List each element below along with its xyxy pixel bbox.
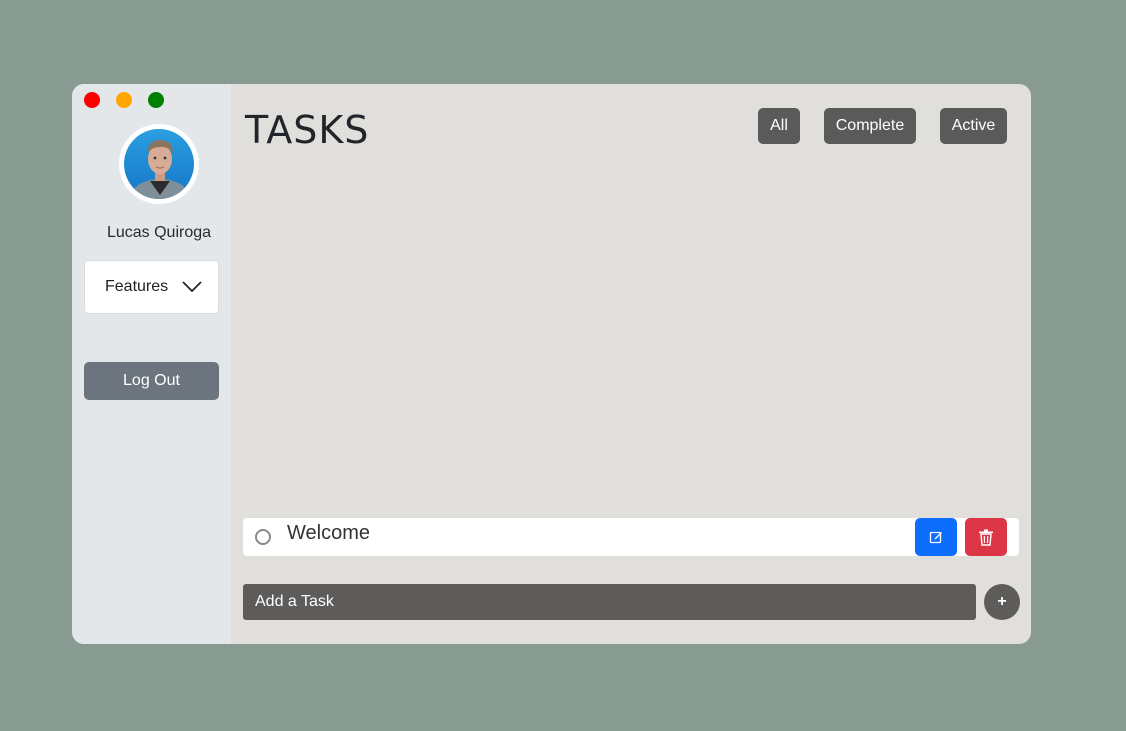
task-complete-checkbox[interactable]	[255, 529, 271, 545]
filter-complete-button[interactable]: Complete	[824, 108, 916, 144]
avatar	[119, 124, 199, 204]
maximize-window-icon[interactable]	[148, 92, 164, 108]
edit-task-button[interactable]	[915, 518, 957, 556]
features-dropdown[interactable]: Features	[84, 260, 219, 314]
sidebar: Lucas Quiroga Features Log Out	[72, 84, 231, 644]
features-label: Features	[105, 278, 169, 295]
page-title: TASKS	[245, 108, 370, 152]
logout-button[interactable]: Log Out	[84, 362, 219, 400]
app-window: Lucas Quiroga Features Log Out TASKS All…	[72, 84, 1031, 644]
add-task-button[interactable]: +	[984, 584, 1020, 620]
filter-active-button[interactable]: Active	[940, 108, 1007, 144]
trash-icon	[979, 529, 993, 546]
delete-task-button[interactable]	[965, 518, 1007, 556]
task-text: Welcome	[287, 522, 370, 544]
minimize-window-icon[interactable]	[116, 92, 132, 108]
chevron-down-icon	[182, 281, 202, 293]
main-panel: TASKS All Complete Active Welcome Add a …	[231, 84, 1031, 644]
add-task-input[interactable]: Add a Task	[243, 584, 976, 620]
edit-icon	[929, 531, 942, 544]
plus-icon: +	[997, 593, 1007, 610]
avatar-image	[124, 129, 194, 199]
task-item: Welcome	[243, 518, 1019, 556]
filter-all-button[interactable]: All	[758, 108, 800, 144]
user-name: Lucas Quiroga	[106, 224, 212, 241]
close-window-icon[interactable]	[84, 92, 100, 108]
